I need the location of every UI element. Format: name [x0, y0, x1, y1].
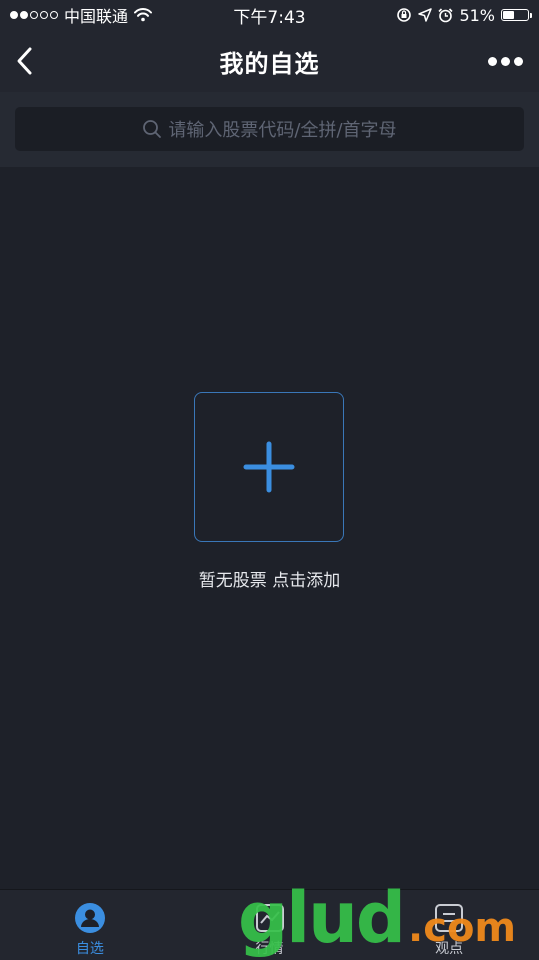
chevron-left-icon: [17, 47, 32, 75]
more-icon-dot: [514, 56, 523, 66]
plus-icon: [243, 441, 295, 493]
tab-label: 行情: [255, 941, 284, 957]
alarm-icon: [438, 7, 454, 22]
tab-watchlist[interactable]: 自选: [0, 890, 180, 960]
rotation-lock-icon: [397, 8, 412, 22]
tab-label: 观点: [435, 941, 464, 957]
search-input[interactable]: 请输入股票代码/全拼/首字母: [15, 107, 524, 151]
tab-watchlist-icon-wrap: [74, 902, 106, 934]
carrier-name: 中国联通: [64, 7, 129, 26]
status-left: 中国联通: [10, 3, 153, 27]
signal-strength-icon: [10, 11, 58, 19]
tab-market-icon-wrap: [254, 902, 286, 934]
tab-opinions-icon-wrap: [433, 902, 465, 934]
back-button[interactable]: [10, 44, 38, 78]
status-bar: 中国联通 下午7:43 51%: [0, 0, 539, 30]
list-icon: [435, 904, 464, 932]
battery-level: [503, 11, 515, 19]
wifi-icon: [134, 8, 153, 22]
chart-icon: [255, 904, 284, 932]
battery-icon: [501, 9, 532, 21]
add-stock-button[interactable]: [194, 392, 344, 542]
tab-bar: 自选 行情 观点: [0, 889, 539, 960]
nav-header: 我的自选: [0, 30, 539, 92]
status-right: 51%: [396, 5, 532, 25]
tab-label: 自选: [75, 941, 104, 957]
status-time: 下午7:43: [233, 7, 306, 28]
search-icon: [143, 120, 162, 138]
more-icon: [488, 56, 497, 66]
location-icon: [418, 8, 433, 22]
page-title: 我的自选: [219, 49, 320, 78]
tab-market[interactable]: 行情: [180, 890, 360, 960]
more-button[interactable]: [488, 52, 523, 70]
more-icon-dot: [501, 56, 510, 66]
user-circle-icon: [74, 903, 105, 933]
empty-state-text[interactable]: 暂无股票 点击添加: [0, 566, 539, 591]
battery-percent: 51%: [459, 5, 495, 25]
search-placeholder: 请输入股票代码/全拼/首字母: [168, 120, 397, 141]
tab-opinions[interactable]: 观点: [359, 890, 539, 960]
search-area: 请输入股票代码/全拼/首字母: [0, 92, 539, 167]
